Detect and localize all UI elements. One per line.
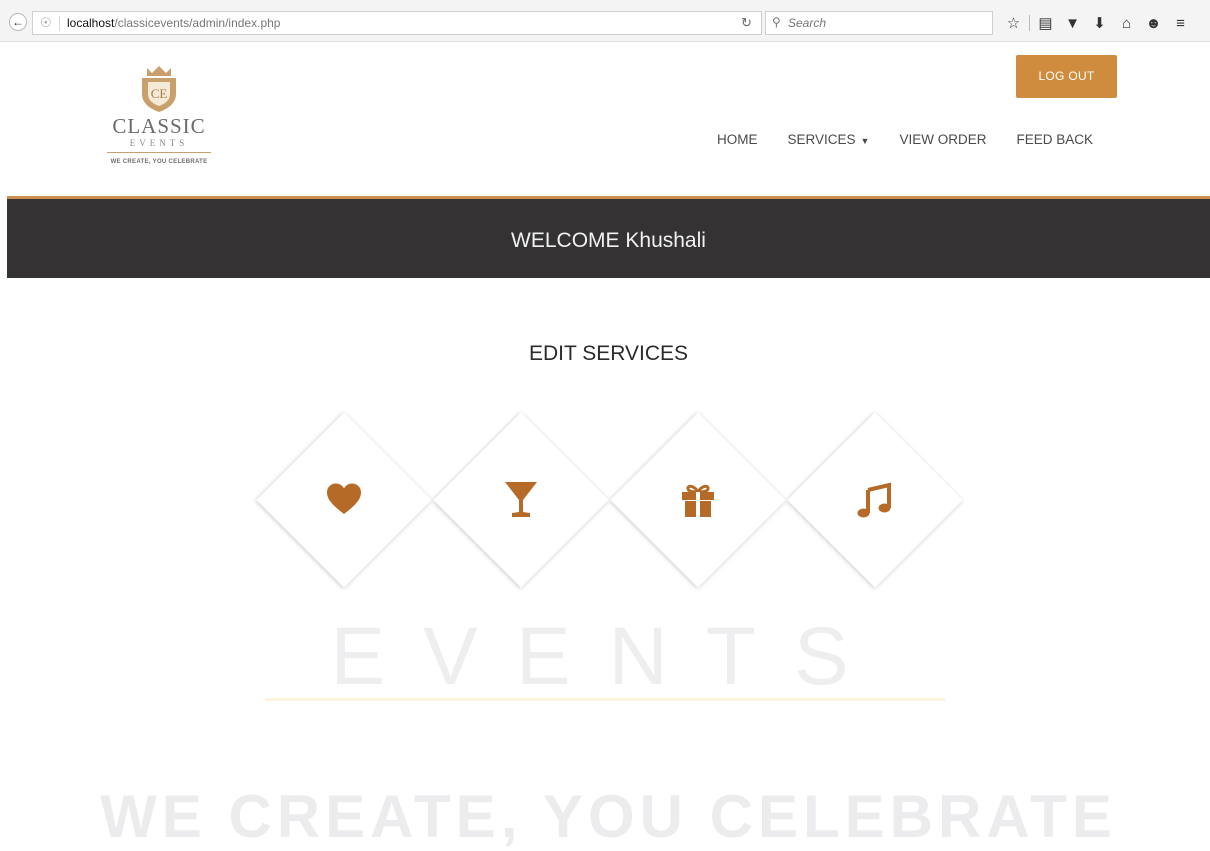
watermark-rule (265, 698, 945, 701)
reload-icon[interactable]: ↻ (741, 15, 752, 31)
star-icon[interactable]: ☆ (1000, 14, 1027, 32)
nav-feedback[interactable]: FEED BACK (1016, 132, 1093, 147)
watermark-events: EVENTS (330, 611, 887, 702)
site-logo[interactable]: CE CLASSIC EVENTS WE CREATE, YOU CELEBRA… (79, 64, 239, 178)
nav-home[interactable]: HOME (717, 132, 758, 147)
crest-icon: CE (142, 66, 176, 112)
url-separator (59, 16, 60, 31)
logout-button[interactable]: LOG OUT (1016, 55, 1117, 98)
welcome-banner: WELCOME Khushali (7, 199, 1210, 278)
reading-list-icon[interactable]: ▤ (1032, 14, 1059, 32)
url-path: /classicevents/admin/index.php (114, 16, 281, 30)
menu-icon[interactable]: ≡ (1167, 15, 1194, 32)
heart-icon (327, 483, 361, 514)
cocktail-icon (505, 482, 537, 517)
toolbar-icons: ☆ ▤ ▼ ⬇ ⌂ ☻ ≡ (1000, 11, 1194, 35)
main-nav: HOME SERVICES ▼ VIEW ORDER FEED BACK (717, 132, 1123, 147)
search-icon: ⚲ (772, 15, 781, 29)
svg-text:CE: CE (151, 86, 168, 101)
url-text[interactable]: localhost/classicevents/admin/index.php (67, 16, 280, 30)
caret-down-icon: ▼ (860, 136, 870, 146)
globe-icon: ☉ (40, 15, 52, 30)
pocket-icon[interactable]: ▼ (1059, 15, 1086, 32)
search-input[interactable] (788, 15, 983, 31)
address-bar[interactable]: ☉ localhost/classicevents/admin/index.ph… (32, 11, 762, 35)
logo-tagline: WE CREATE, YOU CELEBRATE (110, 159, 208, 165)
home-icon[interactable]: ⌂ (1113, 15, 1140, 32)
nav-services-label: SERVICES (787, 132, 856, 147)
download-icon[interactable]: ⬇ (1086, 14, 1113, 32)
url-host: localhost (67, 16, 115, 30)
logo-subtitle: EVENTS (129, 138, 189, 148)
logo-rule (107, 152, 211, 153)
chat-icon[interactable]: ☻ (1140, 15, 1167, 32)
search-bar[interactable]: ⚲ (765, 11, 993, 35)
page: CE CLASSIC EVENTS WE CREATE, YOU CELEBRA… (7, 42, 1210, 850)
toolbar-separator (1029, 15, 1030, 31)
browser-toolbar: ← ☉ localhost/classicevents/admin/index.… (0, 0, 1210, 42)
watermark-tagline: WE CREATE, YOU CELEBRATE (100, 783, 1117, 850)
music-icon (857, 482, 891, 518)
nav-services[interactable]: SERVICES ▼ (788, 132, 870, 147)
back-icon[interactable]: ← (9, 13, 27, 31)
logo-title: CLASSIC (112, 114, 206, 138)
gift-icon (682, 484, 714, 517)
nav-view-order[interactable]: VIEW ORDER (899, 132, 986, 147)
section-title: EDIT SERVICES (528, 342, 689, 365)
